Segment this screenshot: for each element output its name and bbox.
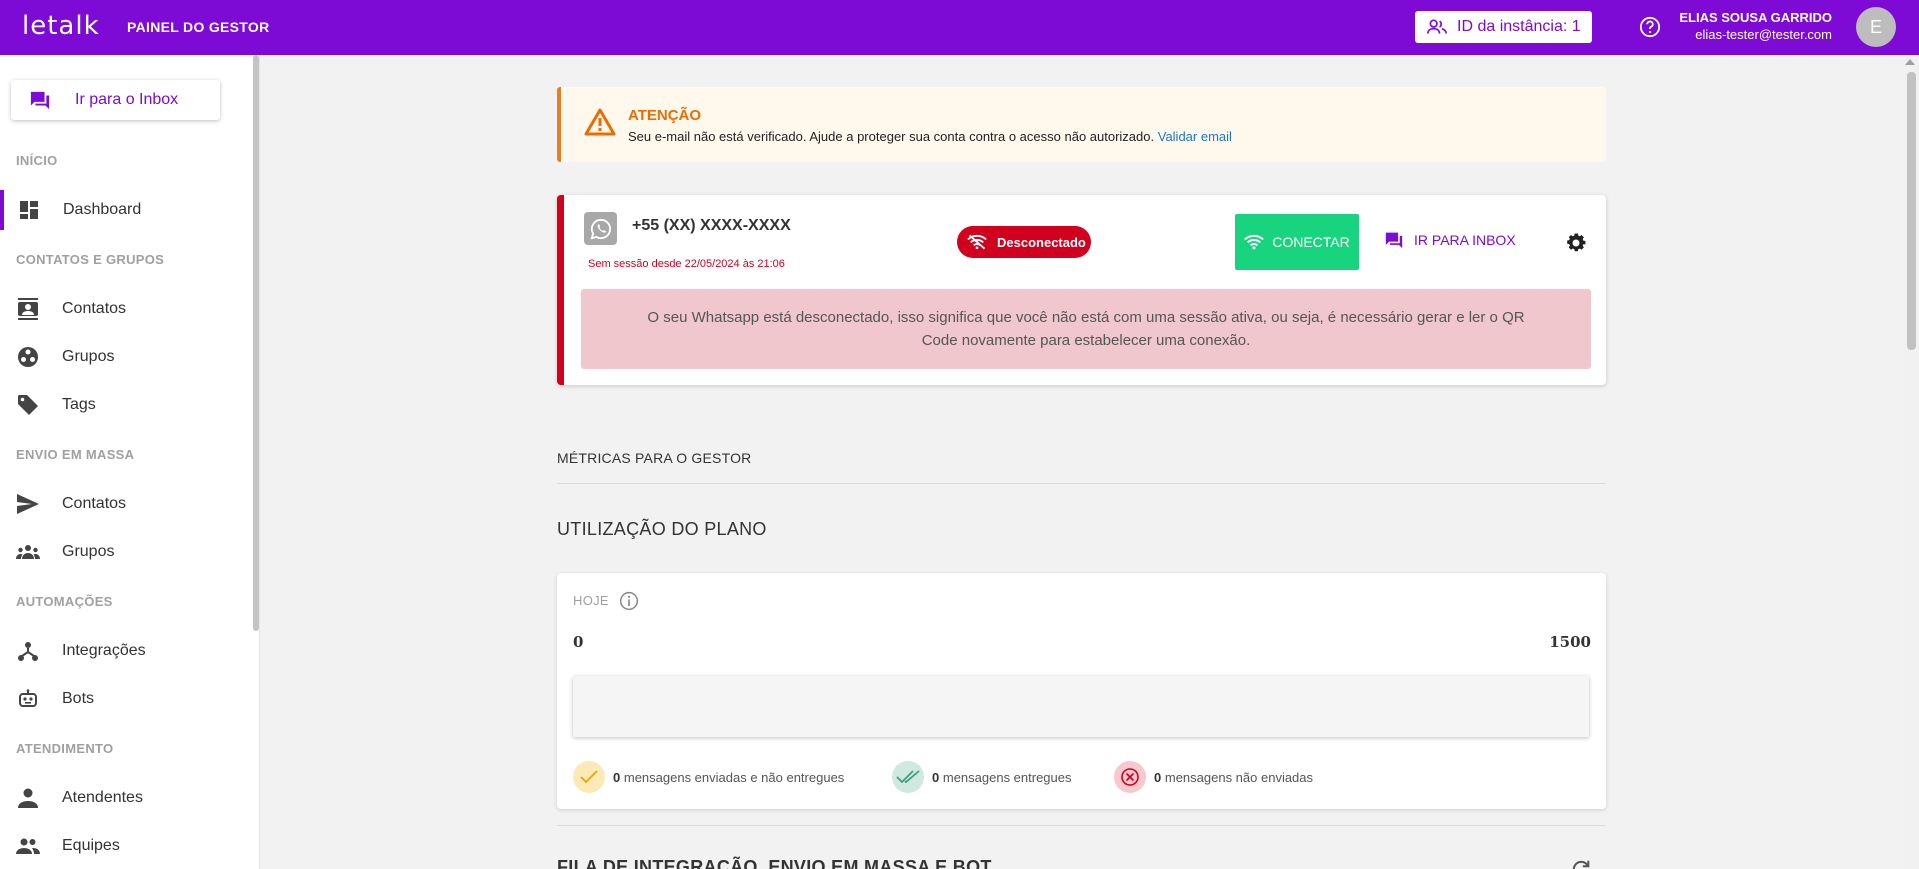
person-icon [16, 786, 40, 810]
dashboard-icon [17, 198, 41, 222]
sidebar-item-contatos[interactable]: Contatos [0, 289, 258, 329]
go-to-inbox-button[interactable]: Ir para o Inbox [11, 80, 220, 120]
sidebar-item-label: Tags [62, 396, 96, 413]
refresh-icon[interactable] [1570, 858, 1592, 869]
go-to-inbox-link[interactable]: IR PARA INBOX [1384, 231, 1516, 249]
legend-delivered: 0 mensagens entregues [892, 761, 1072, 793]
whatsapp-connection-card: +55 (XX) XXXX-XXXX Sem sessão desde 22/0… [557, 195, 1606, 385]
section-envio-em-massa: ENVIO EM MASSA [16, 447, 135, 462]
sidebar-item-label: Equipes [62, 837, 120, 854]
today-label: HOJE [573, 593, 609, 608]
legend-text: mensagens entregues [942, 769, 1072, 785]
plan-usage-card: HOJE 0 1500 0 mensagens enviadas e não e… [557, 573, 1606, 809]
users-icon [1427, 19, 1447, 34]
legend-count: 0 [1154, 769, 1162, 785]
sidebar-item-atendentes[interactable]: Atendentes [0, 778, 258, 818]
sidebar-item-envio-grupos[interactable]: Grupos [0, 532, 258, 572]
session-since-text: Sem sessão desde 22/05/2024 às 21:06 [588, 258, 785, 270]
gear-icon[interactable] [1564, 231, 1588, 255]
go-to-inbox-link-label: IR PARA INBOX [1414, 232, 1516, 248]
sidebar-item-envio-contatos[interactable]: Contatos [0, 484, 258, 524]
sidebar-item-label: Grupos [62, 543, 115, 560]
app-title: PAINEL DO GESTOR [127, 19, 270, 35]
sidebar-item-label: Contatos [62, 495, 127, 512]
main-scrollbar-thumb[interactable] [1907, 72, 1916, 350]
people-icon [16, 540, 40, 564]
section-automacoes: AUTOMAÇÕES [16, 594, 113, 609]
send-icon [16, 492, 40, 516]
validate-email-link[interactable]: Validar email [1158, 129, 1232, 144]
sidebar-item-tags[interactable]: Tags [0, 385, 258, 425]
go-to-inbox-label: Ir para o Inbox [75, 91, 179, 108]
chat-icon [30, 91, 50, 110]
legend-sent-not-delivered: 0 mensagens enviadas e não entregues [573, 761, 844, 793]
team-icon [16, 834, 40, 858]
top-bar: letalk PAINEL DO GESTOR ID da instância:… [0, 0, 1919, 55]
sidebar-item-label: Dashboard [63, 201, 142, 218]
section-contatos-grupos: CONTATOS E GRUPOS [16, 252, 165, 267]
contacts-icon [16, 297, 40, 321]
legend-count: 0 [613, 769, 621, 785]
help-icon[interactable] [1639, 16, 1661, 38]
groups-icon [16, 345, 40, 369]
integration-icon [16, 639, 40, 663]
sidebar-item-label: Bots [62, 690, 95, 707]
chat-icon [1385, 232, 1403, 249]
bot-icon [16, 687, 40, 711]
whatsapp-phone-number: +55 (XX) XXXX-XXXX [632, 217, 791, 234]
whatsapp-icon [584, 212, 617, 245]
legend-text: mensagens não enviadas [1164, 769, 1314, 785]
scroll-up-icon[interactable] [1905, 59, 1915, 65]
check-icon [573, 761, 605, 793]
sidebar-item-label: Contatos [62, 300, 127, 317]
legend-not-sent: 0 mensagens não enviadas [1114, 761, 1313, 793]
sidebar-item-grupos[interactable]: Grupos [0, 337, 258, 377]
section-inicio: INÍCIO [16, 153, 58, 168]
user-name: ELIAS SOUSA GARRIDO [1679, 10, 1832, 25]
alert-text: Seu e-mail não está verificado. Ajude a … [628, 129, 1232, 144]
plan-usage-title: UTILIZAÇÃO DO PLANO [557, 519, 767, 539]
x-circle-icon [1114, 761, 1146, 793]
tag-icon [16, 393, 40, 417]
email-verification-alert: ATENÇÃO Seu e-mail não está verificado. … [557, 87, 1606, 162]
metrics-section-title: MÉTRICAS PARA O GESTOR [557, 450, 752, 466]
wifi-icon [1244, 234, 1265, 250]
disconnected-warning: O seu Whatsapp está desconectado, isso s… [581, 289, 1591, 369]
usage-range-min: 0 [573, 633, 584, 651]
section-atendimento: ATENDIMENTO [16, 741, 114, 756]
sidebar-item-dashboard[interactable]: Dashboard [0, 190, 258, 230]
logo[interactable]: letalk [22, 11, 100, 41]
sidebar-item-equipes[interactable]: Equipes [0, 826, 258, 866]
connect-label: CONECTAR [1272, 234, 1350, 250]
legend-count: 0 [932, 769, 940, 785]
user-email: elias-tester@tester.com [1695, 27, 1832, 42]
queue-section-title: FILA DE INTEGRAÇÃO, ENVIO EM MASSA E BOT [557, 857, 992, 869]
double-check-icon [892, 761, 924, 793]
wifi-off-icon [967, 234, 987, 250]
divider [557, 483, 1606, 484]
instance-id-chip[interactable]: ID da instância: 1 [1415, 11, 1592, 43]
status-label: Desconectado [997, 234, 1086, 250]
user-info[interactable]: ELIAS SOUSA GARRIDO elias-tester@tester.… [1672, 9, 1832, 44]
status-badge: Desconectado [957, 226, 1091, 258]
usage-progress-bar [573, 676, 1589, 737]
info-icon[interactable] [619, 591, 639, 611]
alert-message: Seu e-mail não está verificado. Ajude a … [628, 129, 1155, 144]
connect-button[interactable]: CONECTAR [1235, 214, 1359, 270]
legend-text: mensagens enviadas e não entregues [623, 769, 845, 785]
sidebar-item-label: Atendentes [62, 789, 143, 806]
instance-id-label: ID da instância: 1 [1457, 18, 1581, 35]
sidebar-item-label: Integrações [62, 642, 146, 659]
warning-icon [584, 108, 616, 136]
avatar[interactable]: E [1856, 7, 1896, 47]
sidebar-item-label: Grupos [62, 348, 115, 365]
sidebar-item-integracoes[interactable]: Integrações [0, 631, 258, 671]
divider [557, 825, 1606, 826]
alert-title: ATENÇÃO [628, 107, 702, 124]
usage-range-max: 1500 [1549, 633, 1591, 651]
sidebar-item-bots[interactable]: Bots [0, 679, 258, 719]
